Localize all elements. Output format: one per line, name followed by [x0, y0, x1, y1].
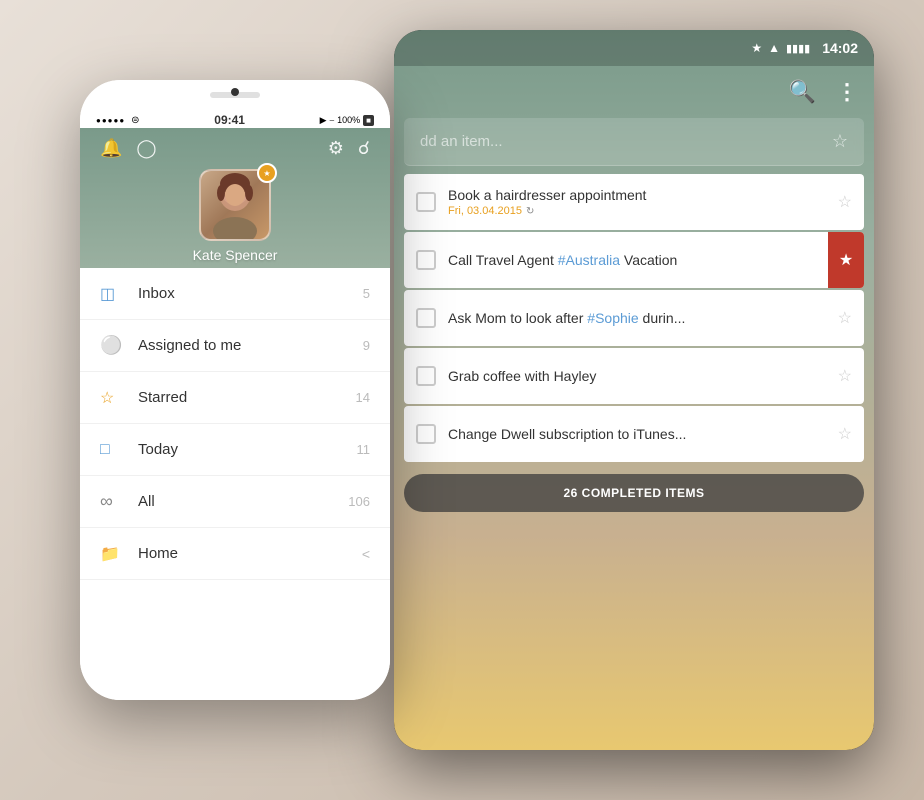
infinity-icon: ∞: [100, 491, 128, 512]
battery-pct: 100%: [337, 115, 360, 125]
todo-content: Ask Mom to look after #Sophie durin...: [448, 310, 830, 326]
starred-count: 14: [356, 390, 370, 405]
phone-header-icons: 🔔 ◯ ⚙ ☌: [80, 128, 390, 169]
hashtag-australia: #Australia: [558, 252, 620, 268]
hashtag-sophie: #Sophie: [587, 310, 638, 326]
chevron-right-icon: <: [362, 546, 370, 562]
folder-icon: 📁: [100, 544, 128, 564]
sidebar-item-today[interactable]: □ Today 11: [80, 424, 390, 476]
nav-label-all: All: [138, 493, 348, 510]
tablet-status-icons: ★ ▲ ▮▮▮▮: [751, 41, 810, 55]
add-item-input[interactable]: [420, 133, 832, 150]
nav-label-today: Today: [138, 441, 357, 458]
bell-icon[interactable]: 🔔: [100, 138, 122, 159]
phone-navigation: ◫ Inbox 5 ⚪ Assigned to me 9 ☆ Starred 1…: [80, 268, 390, 700]
todo-title: Grab coffee with Hayley: [448, 368, 830, 384]
sidebar-item-home[interactable]: 📁 Home <: [80, 528, 390, 580]
pro-badge: ★: [257, 163, 277, 183]
more-menu-icon[interactable]: ⋮: [836, 79, 858, 105]
chat-icon[interactable]: ◯: [136, 138, 156, 159]
star-icon[interactable]: ☆: [838, 192, 852, 212]
phone-left-icons: 🔔 ◯: [100, 138, 157, 159]
table-row[interactable]: Book a hairdresser appointment Fri, 03.0…: [404, 174, 864, 230]
todo-checkbox[interactable]: [416, 424, 436, 444]
todo-checkbox[interactable]: [416, 308, 436, 328]
phone-right-icons: ⚙ ☌: [328, 138, 370, 159]
profile-name: Kate Spencer: [193, 247, 278, 263]
todo-content: Call Travel Agent #Australia Vacation: [448, 252, 816, 268]
table-row[interactable]: Change Dwell subscription to iTunes... ☆: [404, 406, 864, 462]
today-count: 11: [357, 442, 371, 457]
sidebar-item-inbox[interactable]: ◫ Inbox 5: [80, 268, 390, 320]
todo-content: Book a hairdresser appointment Fri, 03.0…: [448, 187, 830, 217]
todo-content: Change Dwell subscription to iTunes...: [448, 426, 830, 442]
phone-camera: [231, 88, 239, 96]
todo-title: Change Dwell subscription to iTunes...: [448, 426, 830, 442]
phone-time: 09:41: [214, 113, 245, 127]
sidebar-item-all[interactable]: ∞ All 106: [80, 476, 390, 528]
phone-avatar-wrap: ★: [199, 169, 271, 241]
battery-icon: ■: [363, 115, 374, 126]
gear-icon[interactable]: ⚙: [328, 138, 344, 159]
star-icon[interactable]: ☆: [838, 308, 852, 328]
wifi-icon: ▲: [768, 41, 780, 55]
tablet: ★ ▲ ▮▮▮▮ 14:02 🔍 ⋮ ☆: [394, 30, 874, 750]
assigned-count: 9: [363, 338, 370, 353]
search-icon[interactable]: ☌: [358, 138, 370, 159]
flag-badge[interactable]: ★: [828, 232, 864, 288]
table-row[interactable]: Grab coffee with Hayley ☆: [404, 348, 864, 404]
todo-title: Book a hairdresser appointment: [448, 187, 830, 203]
wifi-icon: ⊜: [131, 115, 139, 126]
todo-date: Fri, 03.04.2015 ↻: [448, 205, 830, 217]
star-icon[interactable]: ☆: [838, 424, 852, 444]
todo-title: Ask Mom to look after #Sophie durin...: [448, 310, 830, 326]
tablet-toolbar: 🔍 ⋮: [394, 66, 874, 118]
nav-label-starred: Starred: [138, 389, 356, 406]
completed-items-banner[interactable]: 26 COMPLETED ITEMS: [404, 474, 864, 512]
phone-signal: ●●●●● ⊜: [96, 115, 140, 126]
todo-content: Grab coffee with Hayley: [448, 368, 830, 384]
sidebar-item-assigned[interactable]: ⚪ Assigned to me 9: [80, 320, 390, 372]
sidebar-item-starred[interactable]: ☆ Starred 14: [80, 372, 390, 424]
nav-label-inbox: Inbox: [138, 285, 363, 302]
signal-dots: ●●●●●: [96, 116, 125, 125]
star-icon[interactable]: ☆: [838, 366, 852, 386]
tablet-status-bar: ★ ▲ ▮▮▮▮ 14:02: [394, 30, 874, 66]
tablet-time: 14:02: [822, 40, 858, 56]
date-text: Fri, 03.04.2015: [448, 205, 522, 217]
repeat-icon: ↻: [526, 206, 534, 217]
search-icon[interactable]: 🔍: [789, 79, 816, 105]
star-icon: ☆: [100, 388, 128, 408]
table-row[interactable]: Ask Mom to look after #Sophie durin... ☆: [404, 290, 864, 346]
todo-checkbox[interactable]: [416, 250, 436, 270]
person-icon: ⚪: [100, 335, 128, 356]
inbox-count: 5: [363, 286, 370, 301]
bluetooth-icon: ★: [751, 41, 762, 55]
phone-header: 🔔 ◯ ⚙ ☌: [80, 128, 390, 268]
tablet-add-bar: ☆: [404, 118, 864, 166]
phone: ●●●●● ⊜ 09:41 ▶ ⎯ 100% ■ 🔔 ◯ ⚙ ☌: [80, 80, 390, 700]
inbox-icon: ◫: [100, 284, 128, 304]
todo-checkbox[interactable]: [416, 366, 436, 386]
add-star-icon[interactable]: ☆: [832, 131, 848, 152]
phone-status-right: ▶ ⎯ 100% ■: [320, 115, 374, 126]
all-count: 106: [348, 494, 370, 509]
phone-status-bar: ●●●●● ⊜ 09:41 ▶ ⎯ 100% ■: [80, 108, 390, 132]
table-row[interactable]: Call Travel Agent #Australia Vacation ★: [404, 232, 864, 288]
nav-label-assigned: Assigned to me: [138, 337, 363, 354]
bluetooth-icon: ⎯: [330, 115, 335, 126]
gps-icon: ▶: [320, 115, 327, 126]
completed-items-label: 26 COMPLETED ITEMS: [563, 486, 704, 500]
todo-checkbox[interactable]: [416, 192, 436, 212]
nav-label-home: Home: [138, 545, 362, 562]
todo-list: Book a hairdresser appointment Fri, 03.0…: [404, 174, 864, 462]
tablet-content: ☆ Book a hairdresser appointment Fri, 03…: [394, 118, 874, 750]
calendar-icon: □: [100, 441, 128, 459]
phone-profile: ★ Kate Spencer: [80, 169, 390, 263]
todo-title: Call Travel Agent #Australia Vacation: [448, 252, 816, 268]
battery-icon: ▮▮▮▮: [786, 42, 810, 55]
